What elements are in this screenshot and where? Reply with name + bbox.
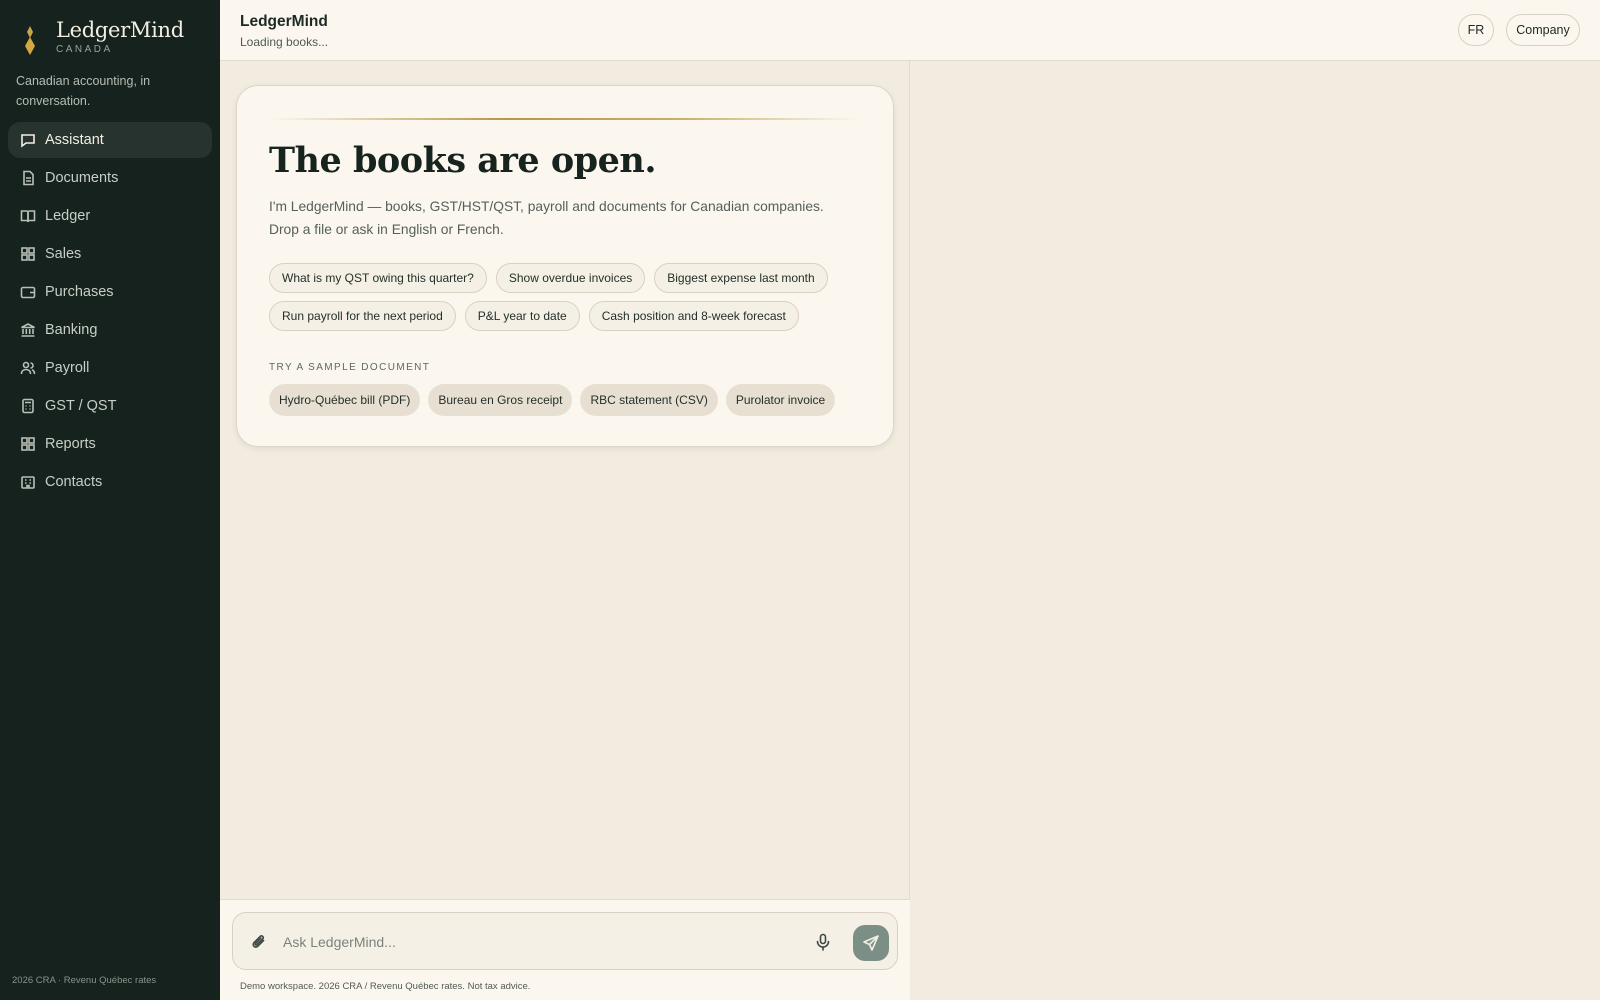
top-header: LedgerMind Loading books... FR Company (220, 0, 1600, 61)
sidebar-item-banking[interactable]: Banking (8, 312, 212, 348)
sidebar-item-purchases[interactable]: Purchases (8, 274, 212, 310)
composer-area: Demo workspace. 2026 CRA / Revenu Québec… (220, 899, 910, 1000)
language-toggle-button[interactable]: FR (1458, 14, 1494, 46)
sample-document-list: Hydro-Québec bill (PDF) Bureau en Gros r… (269, 384, 843, 416)
sidebar-item-documents[interactable]: Documents (8, 160, 212, 196)
brand[interactable]: LedgerMind CANADA (22, 18, 184, 56)
diamond-logo-icon (25, 26, 35, 55)
composer (232, 912, 898, 970)
send-icon (863, 935, 879, 951)
document-preview-pane (911, 61, 1600, 1000)
sidebar-nav: Assistant Documents Ledger Sales Purchas… (8, 122, 212, 502)
bank-icon (20, 322, 36, 338)
suggestion-row: What is my QST owing this quarter? Show … (269, 263, 869, 293)
building-icon (20, 474, 36, 490)
sidebar-item-label: Purchases (45, 284, 114, 300)
suggestion-chip[interactable]: Biggest expense last month (654, 263, 828, 293)
sidebar-item-gst-qst[interactable]: GST / QST (8, 388, 212, 424)
sample-document-chip[interactable]: Hydro-Québec bill (PDF) (269, 384, 421, 416)
message-input[interactable] (283, 930, 783, 954)
people-icon (20, 360, 36, 376)
suggestion-chip[interactable]: What is my QST owing this quarter? (269, 263, 487, 293)
welcome-intro: I'm LedgerMind — books, GST/HST/QST, pay… (269, 199, 824, 237)
page-status: Loading books... (240, 35, 329, 49)
brand-tagline: Canadian accounting, in conversation. (16, 74, 151, 108)
sidebar-item-contacts[interactable]: Contacts (8, 464, 212, 500)
gold-divider (269, 118, 859, 120)
sidebar-item-assistant[interactable]: Assistant (8, 122, 212, 158)
chat-pane: The books are open. I'm LedgerMind — boo… (220, 61, 910, 1000)
sidebar-item-reports[interactable]: Reports (8, 426, 212, 462)
sidebar-item-label: Contacts (45, 474, 103, 490)
grid-icon (20, 246, 36, 262)
brand-name: LedgerMind (56, 18, 184, 42)
calculator-icon (20, 398, 36, 414)
sidebar-item-label: Sales (45, 246, 82, 262)
microphone-icon[interactable] (813, 932, 833, 952)
grid-icon (20, 436, 36, 452)
suggestion-chip[interactable]: Cash position and 8-week forecast (588, 301, 799, 331)
paperclip-icon[interactable] (249, 932, 269, 952)
sample-document-chip[interactable]: RBC statement (CSV) (580, 384, 718, 416)
sidebar-item-label: Documents (45, 170, 119, 186)
suggestion-chip[interactable]: Run payroll for the next period (269, 301, 456, 331)
sidebar-item-label: Banking (45, 322, 98, 338)
sidebar-item-label: Payroll (45, 360, 90, 376)
sidebar-item-sales[interactable]: Sales (8, 236, 212, 272)
sidebar-item-label: Assistant (45, 132, 104, 148)
sidebar-item-label: Reports (45, 436, 96, 452)
wallet-icon (20, 284, 36, 300)
sidebar-footer: 2026 CRA · Revenu Québec rates (12, 975, 157, 986)
send-button[interactable] (853, 925, 889, 961)
sidebar-item-payroll[interactable]: Payroll (8, 350, 212, 386)
page-title: LedgerMind (240, 13, 328, 30)
sample-section-label: TRY A SAMPLE DOCUMENT (269, 362, 431, 373)
suggestion-chip[interactable]: P&L year to date (464, 301, 580, 331)
chat-bubble-icon (20, 132, 36, 148)
company-button[interactable]: Company (1506, 14, 1580, 46)
welcome-card: The books are open. I'm LedgerMind — boo… (236, 85, 894, 447)
sidebar-item-ledger[interactable]: Ledger (8, 198, 212, 234)
document-icon (20, 170, 36, 186)
sample-document-chip[interactable]: Purolator invoice (725, 384, 836, 416)
welcome-title: The books are open. (269, 140, 657, 181)
sidebar-item-label: Ledger (45, 208, 91, 224)
composer-disclaimer: Demo workspace. 2026 CRA / Revenu Québec… (240, 981, 531, 992)
sample-document-chip[interactable]: Bureau en Gros receipt (428, 384, 573, 416)
suggestion-chip[interactable]: Show overdue invoices (495, 263, 646, 293)
suggestion-row: Run payroll for the next period P&L year… (269, 301, 869, 331)
sidebar: LedgerMind CANADA Canadian accounting, i… (0, 0, 220, 1000)
book-icon (20, 208, 36, 224)
sidebar-item-label: GST / QST (45, 398, 117, 414)
brand-region: CANADA (56, 44, 113, 55)
